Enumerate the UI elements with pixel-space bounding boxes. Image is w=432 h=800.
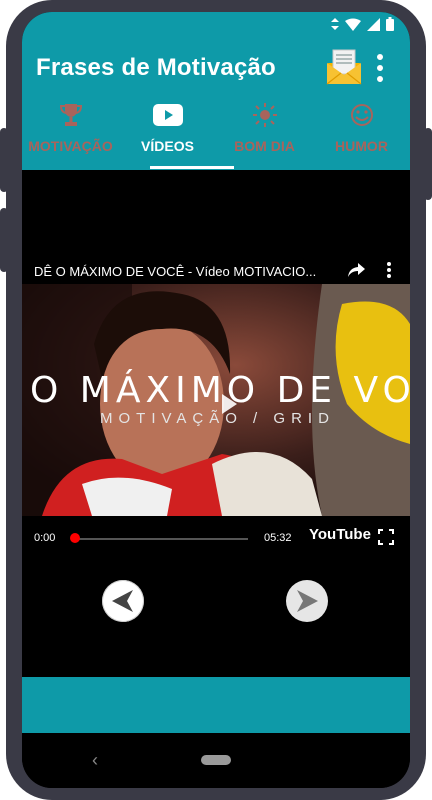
arrow-right-icon (297, 590, 318, 612)
progress-knob[interactable] (70, 533, 80, 543)
data-arrows-icon (331, 18, 339, 30)
share-icon[interactable] (346, 260, 366, 280)
duration: 05:32 (264, 532, 292, 544)
next-video-button[interactable] (286, 580, 328, 622)
trophy-icon (59, 104, 82, 126)
status-bar (331, 17, 394, 31)
smiley-icon (350, 104, 373, 126)
volume-button (0, 208, 8, 272)
tab-bar: MOTIVAÇÃO VÍDEOS BOM DIA HUMOR (22, 102, 410, 170)
player-controls: 0:00 05:32 YouTube (22, 522, 410, 552)
bottom-banner (22, 677, 410, 733)
overflow-menu-icon[interactable] (374, 54, 386, 82)
wifi-icon (345, 18, 361, 31)
video-area: DÊ O MÁXIMO DE VOCÊ - Vídeo MOTIVACIO... (22, 170, 410, 677)
tab-label: HUMOR (335, 138, 388, 154)
fullscreen-icon[interactable] (378, 529, 394, 545)
tab-bom-dia[interactable]: BOM DIA (216, 102, 313, 170)
video-title[interactable]: DÊ O MÁXIMO DE VOCÊ - Vídeo MOTIVACIO... (34, 264, 334, 279)
video-menu-icon[interactable] (386, 262, 392, 278)
progress-track[interactable] (72, 538, 248, 540)
video-player[interactable]: O MÁXIMO DE VOCÊ MOTIVAÇÃO / GRID (22, 284, 410, 516)
previous-video-button[interactable] (102, 580, 144, 622)
app-bar: Frases de Motivação MOTIVAÇÃO VÍDEOS BOM… (22, 12, 410, 170)
tab-label: VÍDEOS (141, 138, 194, 154)
signal-icon (367, 17, 380, 31)
home-pill[interactable] (201, 755, 231, 765)
current-time: 0:00 (34, 532, 56, 544)
youtube-logo[interactable]: YouTube (309, 526, 371, 543)
video-overlay-subtitle: MOTIVAÇÃO / GRID (100, 410, 335, 427)
back-icon[interactable]: ‹ (92, 750, 98, 771)
app-title: Frases de Motivação (36, 54, 276, 81)
power-button (424, 128, 432, 200)
battery-icon (386, 17, 394, 31)
sun-icon (252, 103, 277, 127)
arrow-left-icon (112, 590, 133, 612)
envelope-icon[interactable] (326, 49, 362, 85)
tab-videos[interactable]: VÍDEOS (119, 102, 216, 170)
video-overlay-title: O MÁXIMO DE VOCÊ (30, 370, 410, 411)
tab-humor[interactable]: HUMOR (313, 102, 410, 170)
tab-label: MOTIVAÇÃO (28, 138, 113, 154)
tab-indicator (150, 166, 234, 169)
volume-button (0, 128, 8, 192)
screen: Frases de Motivação MOTIVAÇÃO VÍDEOS BOM… (22, 12, 410, 788)
tab-motivacao[interactable]: MOTIVAÇÃO (22, 102, 119, 170)
youtube-play-icon (152, 104, 183, 126)
tab-label: BOM DIA (234, 138, 295, 154)
system-navigation-bar: ‹ (22, 733, 410, 788)
